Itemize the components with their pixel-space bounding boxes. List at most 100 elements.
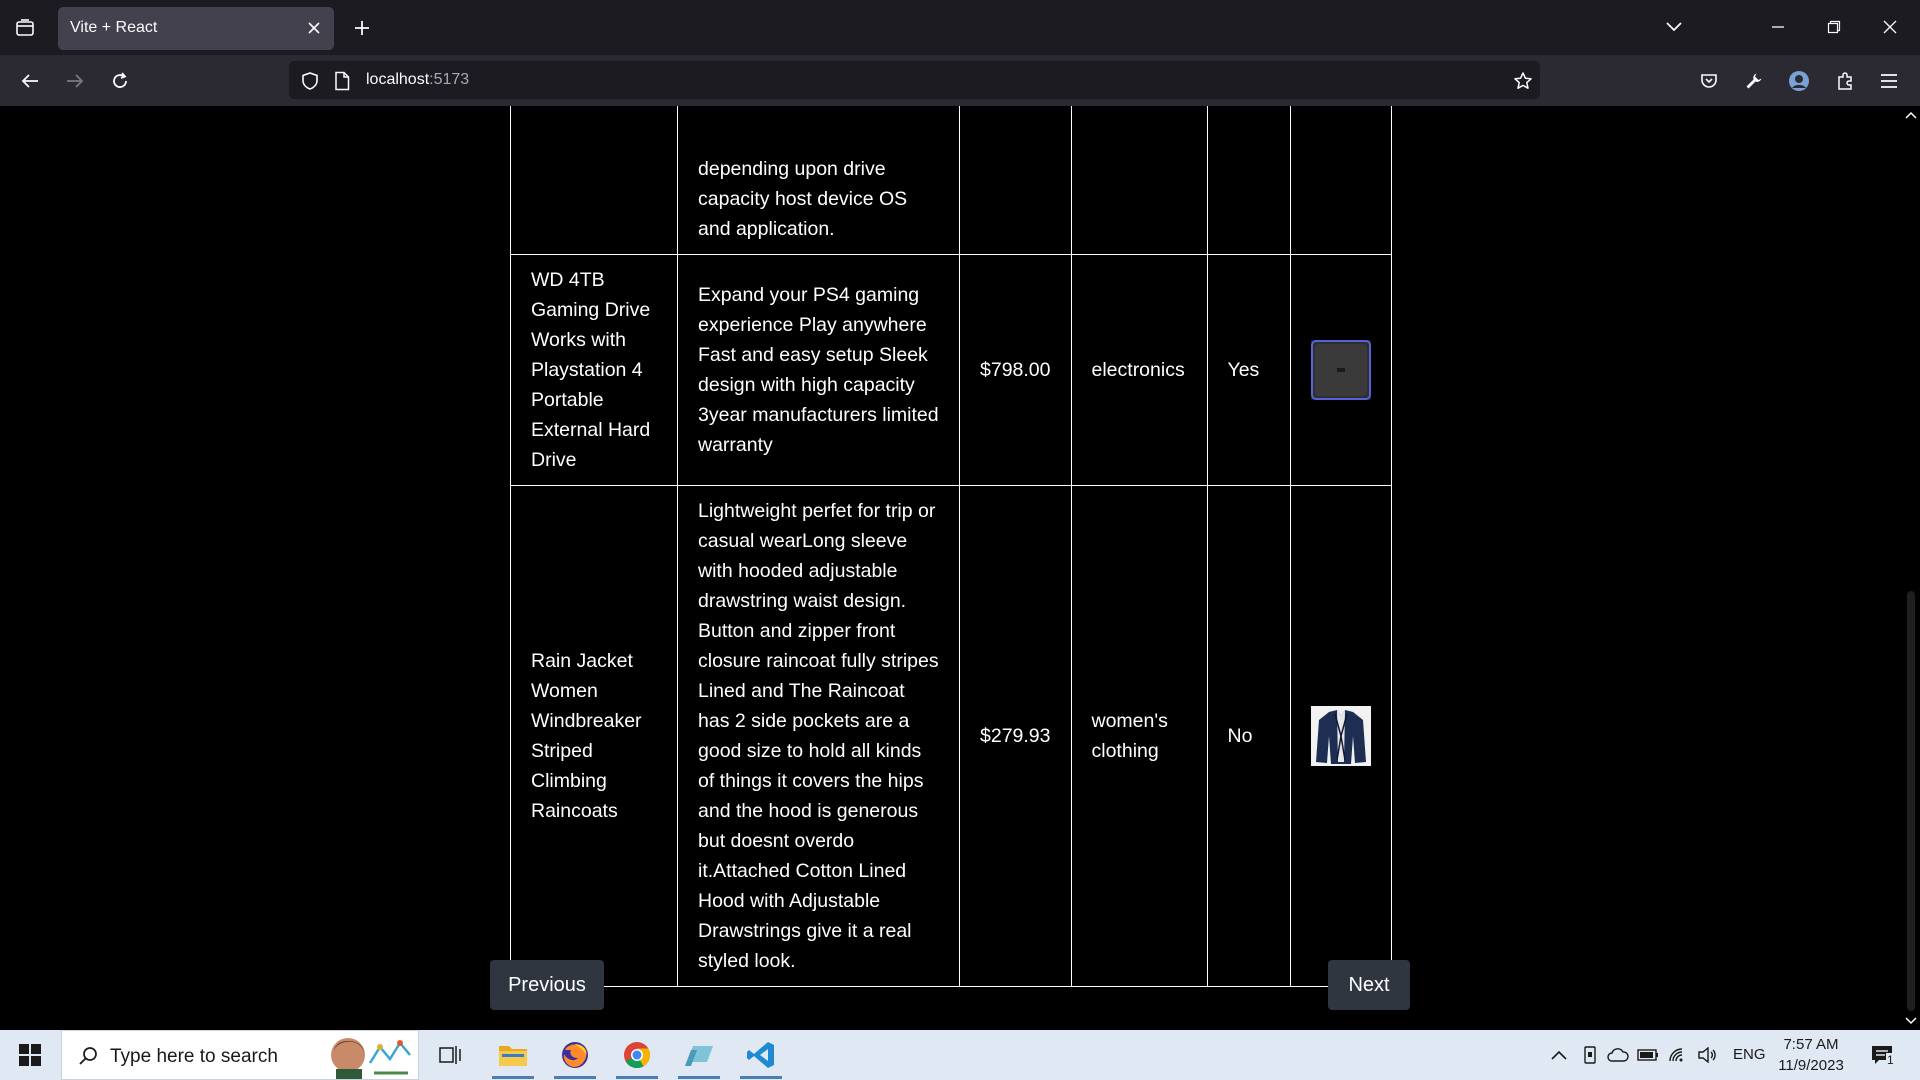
active-indicator xyxy=(554,1076,596,1079)
url-bar[interactable]: localhost:5173 xyxy=(289,61,1540,99)
scroll-down-arrow[interactable] xyxy=(1904,1014,1918,1028)
app-window-icon xyxy=(685,1046,713,1066)
table-cell-image xyxy=(1289,254,1392,486)
arrow-left-icon xyxy=(21,74,38,88)
next-button[interactable]: Next xyxy=(1328,960,1410,1010)
table-cell-title: WD 4TB Gaming Drive Works with Playstati… xyxy=(510,254,678,486)
search-highlight-illustration-icon xyxy=(331,1038,411,1079)
device-icon xyxy=(1584,1046,1596,1064)
page-viewport: depending upon drive capacity host devic… xyxy=(0,106,1902,1030)
scrollbar-thumb[interactable] xyxy=(1907,591,1915,1011)
close-window-button[interactable] xyxy=(1870,8,1910,46)
task-view-button[interactable] xyxy=(425,1034,475,1076)
minimize-icon xyxy=(1772,26,1784,28)
speaker-icon xyxy=(1698,1047,1716,1063)
description-line: depending upon drive xyxy=(698,158,886,180)
forward-button[interactable] xyxy=(57,63,93,99)
task-view-icon xyxy=(439,1046,461,1064)
start-button[interactable] xyxy=(0,1030,60,1080)
table-cell-description: Lightweight perfet for trip or casual we… xyxy=(677,485,960,987)
table-cell-price: $279.93 xyxy=(959,485,1072,987)
restore-button[interactable] xyxy=(1814,8,1854,46)
browser-tab-bar: Vite + React xyxy=(0,0,1920,55)
account-avatar-icon xyxy=(1789,71,1809,91)
menu-button[interactable] xyxy=(1871,63,1907,99)
show-hidden-icons-button[interactable] xyxy=(1547,1043,1571,1067)
table-cell-rating: Yes xyxy=(1206,254,1291,486)
url-port: :5173 xyxy=(429,71,470,88)
chevron-up-icon xyxy=(1551,1050,1567,1060)
table-cell-description: Expand your PS4 gaming experience Play a… xyxy=(677,254,960,486)
page-icon[interactable] xyxy=(330,69,354,93)
hard-drive-image xyxy=(1310,340,1371,400)
windows-taskbar: Type here to search ENG 7:57 AM 11/9/202… xyxy=(0,1030,1920,1080)
tab-list-button[interactable] xyxy=(8,12,42,44)
table-row: WD 4TB Gaming Drive Works with Playstati… xyxy=(510,254,1392,486)
table-cell-price: $798.00 xyxy=(959,254,1072,486)
url-text[interactable]: localhost:5173 xyxy=(366,71,469,89)
language-indicator[interactable]: ENG xyxy=(1733,1046,1766,1063)
page-scrollbar[interactable] xyxy=(1902,106,1920,1030)
table-cell-category: electronics xyxy=(1070,254,1208,486)
volume-tray-button[interactable] xyxy=(1696,1043,1720,1067)
clock-time: 7:57 AM xyxy=(1783,1036,1839,1053)
description-line: and application. xyxy=(698,218,835,240)
tools-button[interactable] xyxy=(1736,63,1772,99)
plus-icon xyxy=(355,21,369,35)
tab-active[interactable]: Vite + React xyxy=(58,7,334,50)
new-tab-button[interactable] xyxy=(345,12,379,44)
tab-title: Vite + React xyxy=(70,19,158,36)
restore-icon xyxy=(1827,20,1841,34)
meet-now-tray-button[interactable] xyxy=(1578,1043,1602,1067)
notification-center-button[interactable]: 1 xyxy=(1867,1043,1897,1067)
scroll-up-arrow[interactable] xyxy=(1904,108,1918,122)
windows-logo-icon xyxy=(19,1044,41,1066)
tab-list-icon xyxy=(16,19,34,36)
table-cell-description: depending upon drive capacity host devic… xyxy=(677,106,960,255)
vscode-taskbar-button[interactable] xyxy=(736,1034,786,1079)
table-row: depending upon drive capacity host devic… xyxy=(510,106,1392,255)
extensions-button[interactable] xyxy=(1827,63,1863,99)
reload-button[interactable] xyxy=(102,63,138,99)
firefox-icon xyxy=(562,1042,588,1068)
minimize-button[interactable] xyxy=(1758,8,1798,46)
app-taskbar-button[interactable] xyxy=(674,1034,724,1079)
description-line: capacity host device OS xyxy=(698,188,908,210)
chevron-down-icon xyxy=(1905,1017,1917,1025)
folder-icon xyxy=(499,1046,527,1066)
table-cell-category xyxy=(1070,106,1208,255)
battery-tray-button[interactable] xyxy=(1636,1043,1660,1067)
onedrive-tray-button[interactable] xyxy=(1606,1043,1630,1067)
list-all-tabs-button[interactable] xyxy=(1654,8,1694,46)
table-cell-category: women's clothing xyxy=(1070,485,1208,987)
wifi-icon xyxy=(1669,1048,1683,1062)
search-placeholder: Type here to search xyxy=(110,1046,278,1067)
clock-date: 11/9/2023 xyxy=(1778,1057,1844,1074)
notification-count: 1 xyxy=(1886,1053,1895,1067)
table-cell-image xyxy=(1289,106,1392,255)
products-table: depending upon drive capacity host devic… xyxy=(510,106,1392,987)
shield-icon[interactable] xyxy=(298,69,322,93)
file-explorer-taskbar-button[interactable] xyxy=(488,1034,538,1079)
chevron-down-icon xyxy=(1666,22,1682,32)
hamburger-menu-icon xyxy=(1881,74,1897,88)
active-indicator xyxy=(678,1076,720,1079)
taskbar-clock[interactable]: 7:57 AM 11/9/2023 xyxy=(1775,1034,1847,1076)
previous-button[interactable]: Previous xyxy=(490,960,604,1010)
close-icon xyxy=(308,22,320,34)
pocket-button[interactable] xyxy=(1691,63,1727,99)
browser-nav-bar: localhost:5173 xyxy=(0,55,1920,106)
table-cell-image xyxy=(1289,485,1392,987)
table-cell-price xyxy=(959,106,1072,255)
taskbar-search-box[interactable]: Type here to search xyxy=(61,1030,419,1080)
tab-close-button[interactable] xyxy=(302,16,326,40)
network-tray-button[interactable] xyxy=(1666,1043,1690,1067)
firefox-taskbar-button[interactable] xyxy=(550,1034,600,1079)
account-button[interactable] xyxy=(1781,63,1817,99)
bookmark-star-icon[interactable] xyxy=(1511,69,1535,93)
jacket-image xyxy=(1310,706,1371,766)
table-cell-title xyxy=(510,106,678,255)
chrome-taskbar-button[interactable] xyxy=(612,1034,662,1079)
pocket-icon xyxy=(1701,74,1717,88)
back-button[interactable] xyxy=(12,63,48,99)
